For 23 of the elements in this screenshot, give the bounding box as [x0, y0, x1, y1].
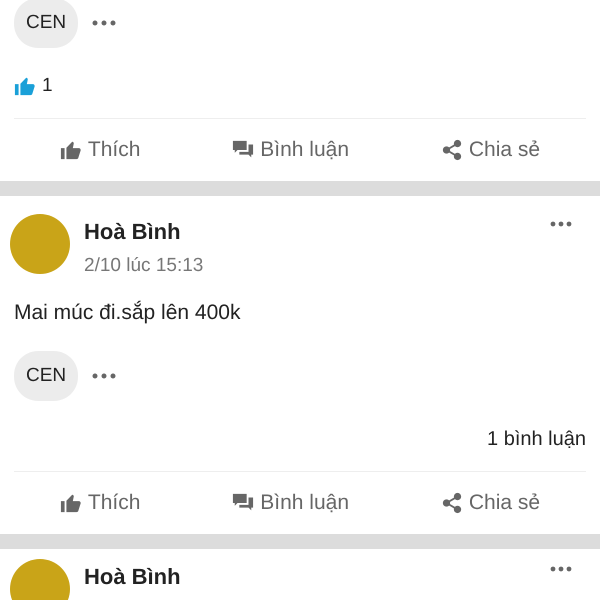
share-icon: [440, 492, 463, 514]
author-name[interactable]: Hoà Bình: [84, 219, 204, 245]
more-tags-icon[interactable]: [92, 373, 116, 379]
share-icon: [440, 139, 463, 161]
like-button[interactable]: Thích: [44, 472, 156, 534]
more-tags-icon[interactable]: [92, 20, 116, 26]
stock-tag[interactable]: CEN: [14, 0, 78, 48]
thumbs-up-icon: [14, 75, 36, 97]
like-button[interactable]: Thích: [44, 119, 156, 181]
comment-button[interactable]: Bình luận: [216, 119, 366, 181]
share-button[interactable]: Chia sẻ: [424, 119, 556, 181]
author-name[interactable]: Hoà Bình: [84, 564, 181, 590]
like-count: 1: [42, 75, 53, 97]
comment-button[interactable]: Bình luận: [216, 472, 366, 534]
post-time: 2/10 lúc 15:13: [84, 255, 204, 277]
more-options-icon[interactable]: [550, 221, 572, 227]
share-button[interactable]: Chia sẻ: [424, 472, 556, 534]
more-options-icon[interactable]: [550, 566, 572, 572]
thumbs-up-icon: [60, 139, 82, 161]
comment-count[interactable]: 1 bình luận: [487, 428, 586, 450]
stock-tag[interactable]: CEN: [14, 351, 78, 401]
post-text: Mai múc đi.sắp lên 400k: [14, 301, 242, 325]
thumbs-up-icon: [60, 492, 82, 514]
